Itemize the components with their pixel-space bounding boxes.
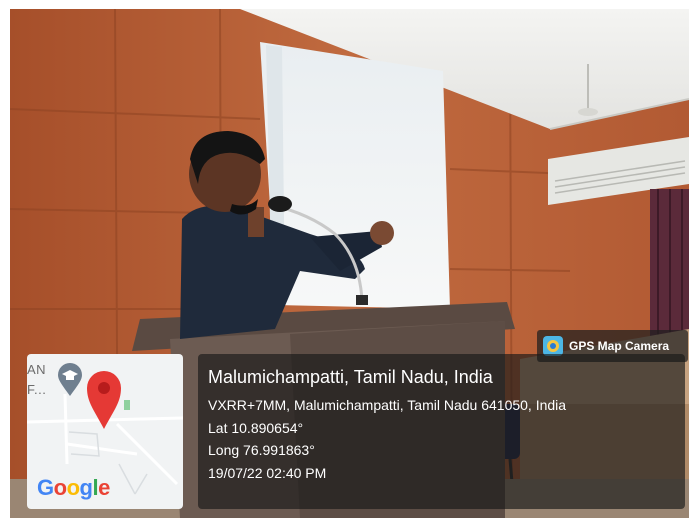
location-address: VXRR+7MM, Malumichampatti, Tamil Nadu 64… <box>208 397 567 413</box>
location-latitude: Lat 10.890654° <box>208 419 304 436</box>
location-title: Malumichampatti, Tamil Nadu, India <box>208 367 493 387</box>
map-place-label-line2: F... <box>27 382 47 397</box>
location-longitude: Long 76.991863° <box>208 442 315 458</box>
mini-map[interactable]: AN F... Google <box>27 354 183 509</box>
gps-map-camera-logo-icon <box>543 336 563 356</box>
badge-label: GPS Map Camera <box>569 339 670 353</box>
education-poi-icon <box>58 363 82 396</box>
photo-frame: GPS Map Camera AN F... Google Malumicham… <box>10 9 689 518</box>
map-place-label-line1: AN <box>27 362 47 377</box>
location-info-panel: Malumichampatti, Tamil Nadu, India VXRR+… <box>198 354 685 509</box>
google-logo: Google <box>37 475 110 500</box>
location-pin-icon <box>87 371 121 429</box>
location-datetime: 19/07/22 02:40 PM <box>208 464 327 481</box>
